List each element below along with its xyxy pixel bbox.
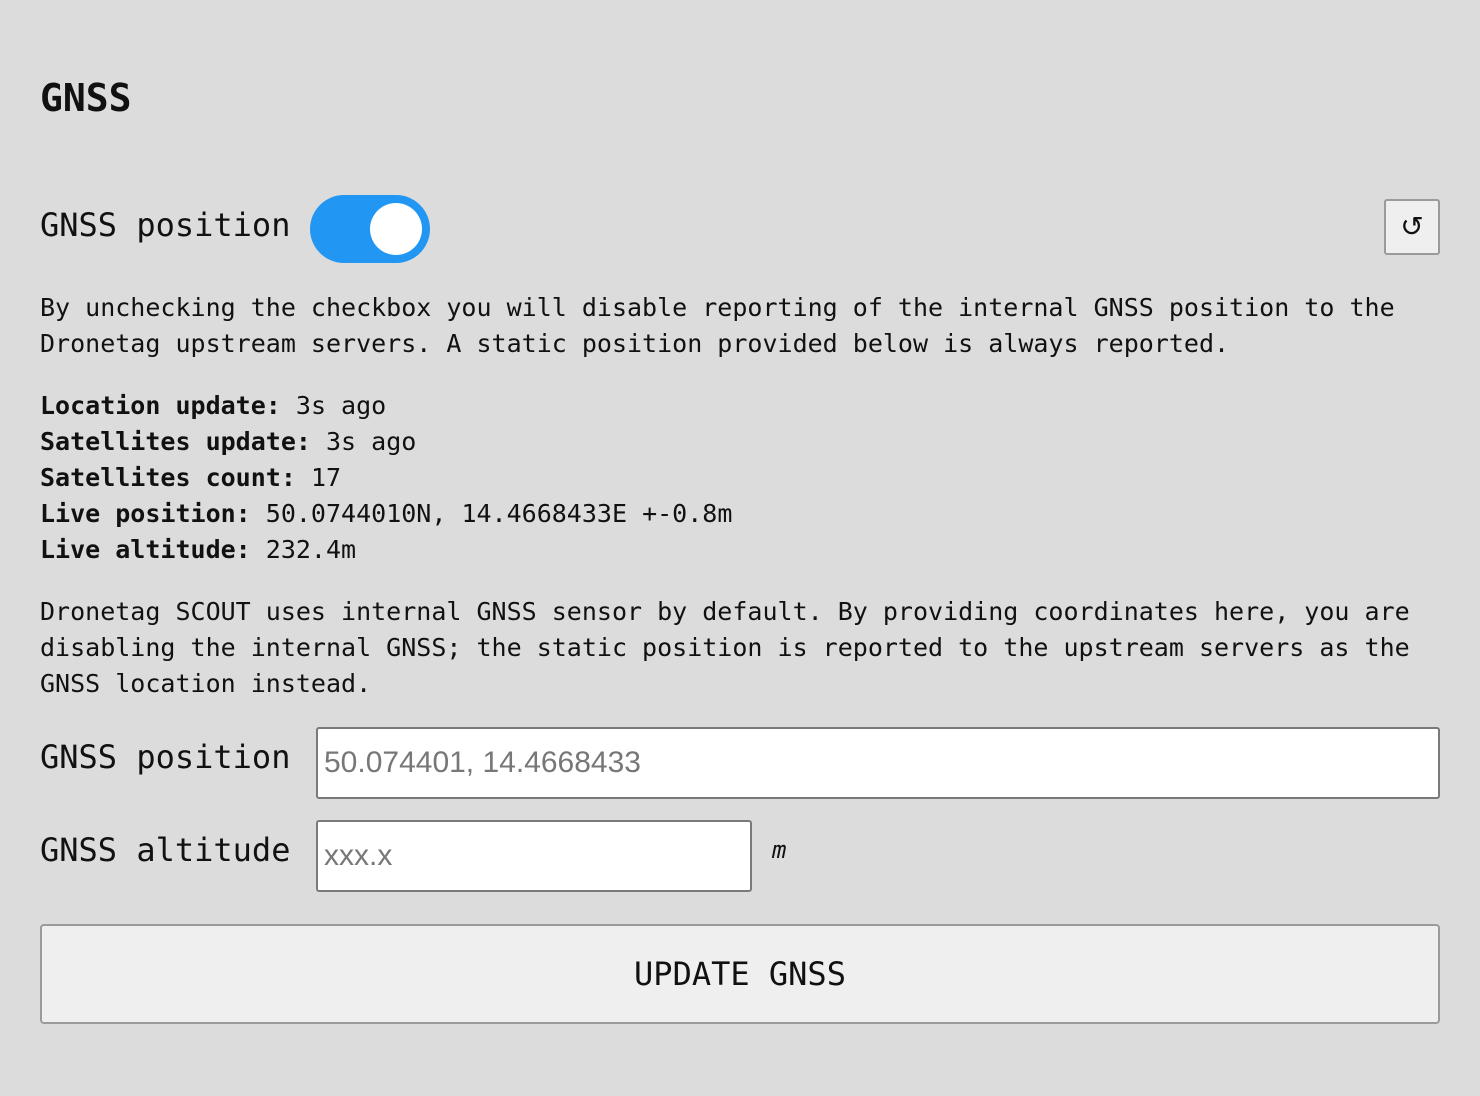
status-satellites-update: Satellites update: 3s ago: [40, 424, 732, 460]
status-value: 50.0744010N, 14.4668433E +-0.8m: [265, 499, 733, 528]
static-position-info: Dronetag SCOUT uses internal GNSS sensor…: [40, 597, 1410, 698]
gnss-altitude-field-label: GNSS altitude: [40, 831, 291, 869]
gnss-status-list: Location update: 3s ago Satellites updat…: [40, 388, 732, 568]
status-location-update: Location update: 3s ago: [40, 388, 732, 424]
gnss-toggle-description: By unchecking the checkbox you will disa…: [40, 293, 1395, 358]
gnss-position-field-label: GNSS position: [40, 738, 291, 776]
status-key: Live position:: [40, 499, 251, 528]
altitude-unit-label: m: [772, 836, 787, 864]
gnss-altitude-field-row: GNSS altitude m: [40, 820, 1440, 892]
gnss-position-input[interactable]: [316, 727, 1440, 799]
status-key: Satellites update:: [40, 427, 311, 456]
status-satellites-count: Satellites count: 17: [40, 460, 732, 496]
page-title: GNSS: [40, 76, 132, 120]
status-live-position: Live position: 50.0744010N, 14.4668433E …: [40, 496, 732, 532]
status-value: 232.4m: [265, 535, 357, 564]
update-gnss-button[interactable]: UPDATE GNSS: [40, 924, 1440, 1024]
gnss-position-toggle[interactable]: [310, 195, 430, 263]
status-key: Location update:: [40, 391, 281, 420]
reset-button[interactable]: ↺: [1384, 199, 1440, 255]
status-key: Live altitude:: [40, 535, 251, 564]
gnss-position-field-row: GNSS position: [40, 727, 1440, 799]
status-live-altitude: Live altitude: 232.4m: [40, 532, 732, 568]
status-key: Satellites count:: [40, 463, 296, 492]
gnss-position-toggle-label: GNSS position: [40, 206, 291, 244]
gnss-altitude-input[interactable]: [316, 820, 752, 892]
gnss-position-toggle-row: GNSS position ↺: [40, 195, 1440, 263]
status-value: 3s ago: [295, 391, 387, 420]
toggle-knob: [370, 203, 422, 255]
status-value: 17: [310, 463, 342, 492]
reset-icon: ↺: [1400, 210, 1424, 243]
status-value: 3s ago: [326, 427, 417, 456]
